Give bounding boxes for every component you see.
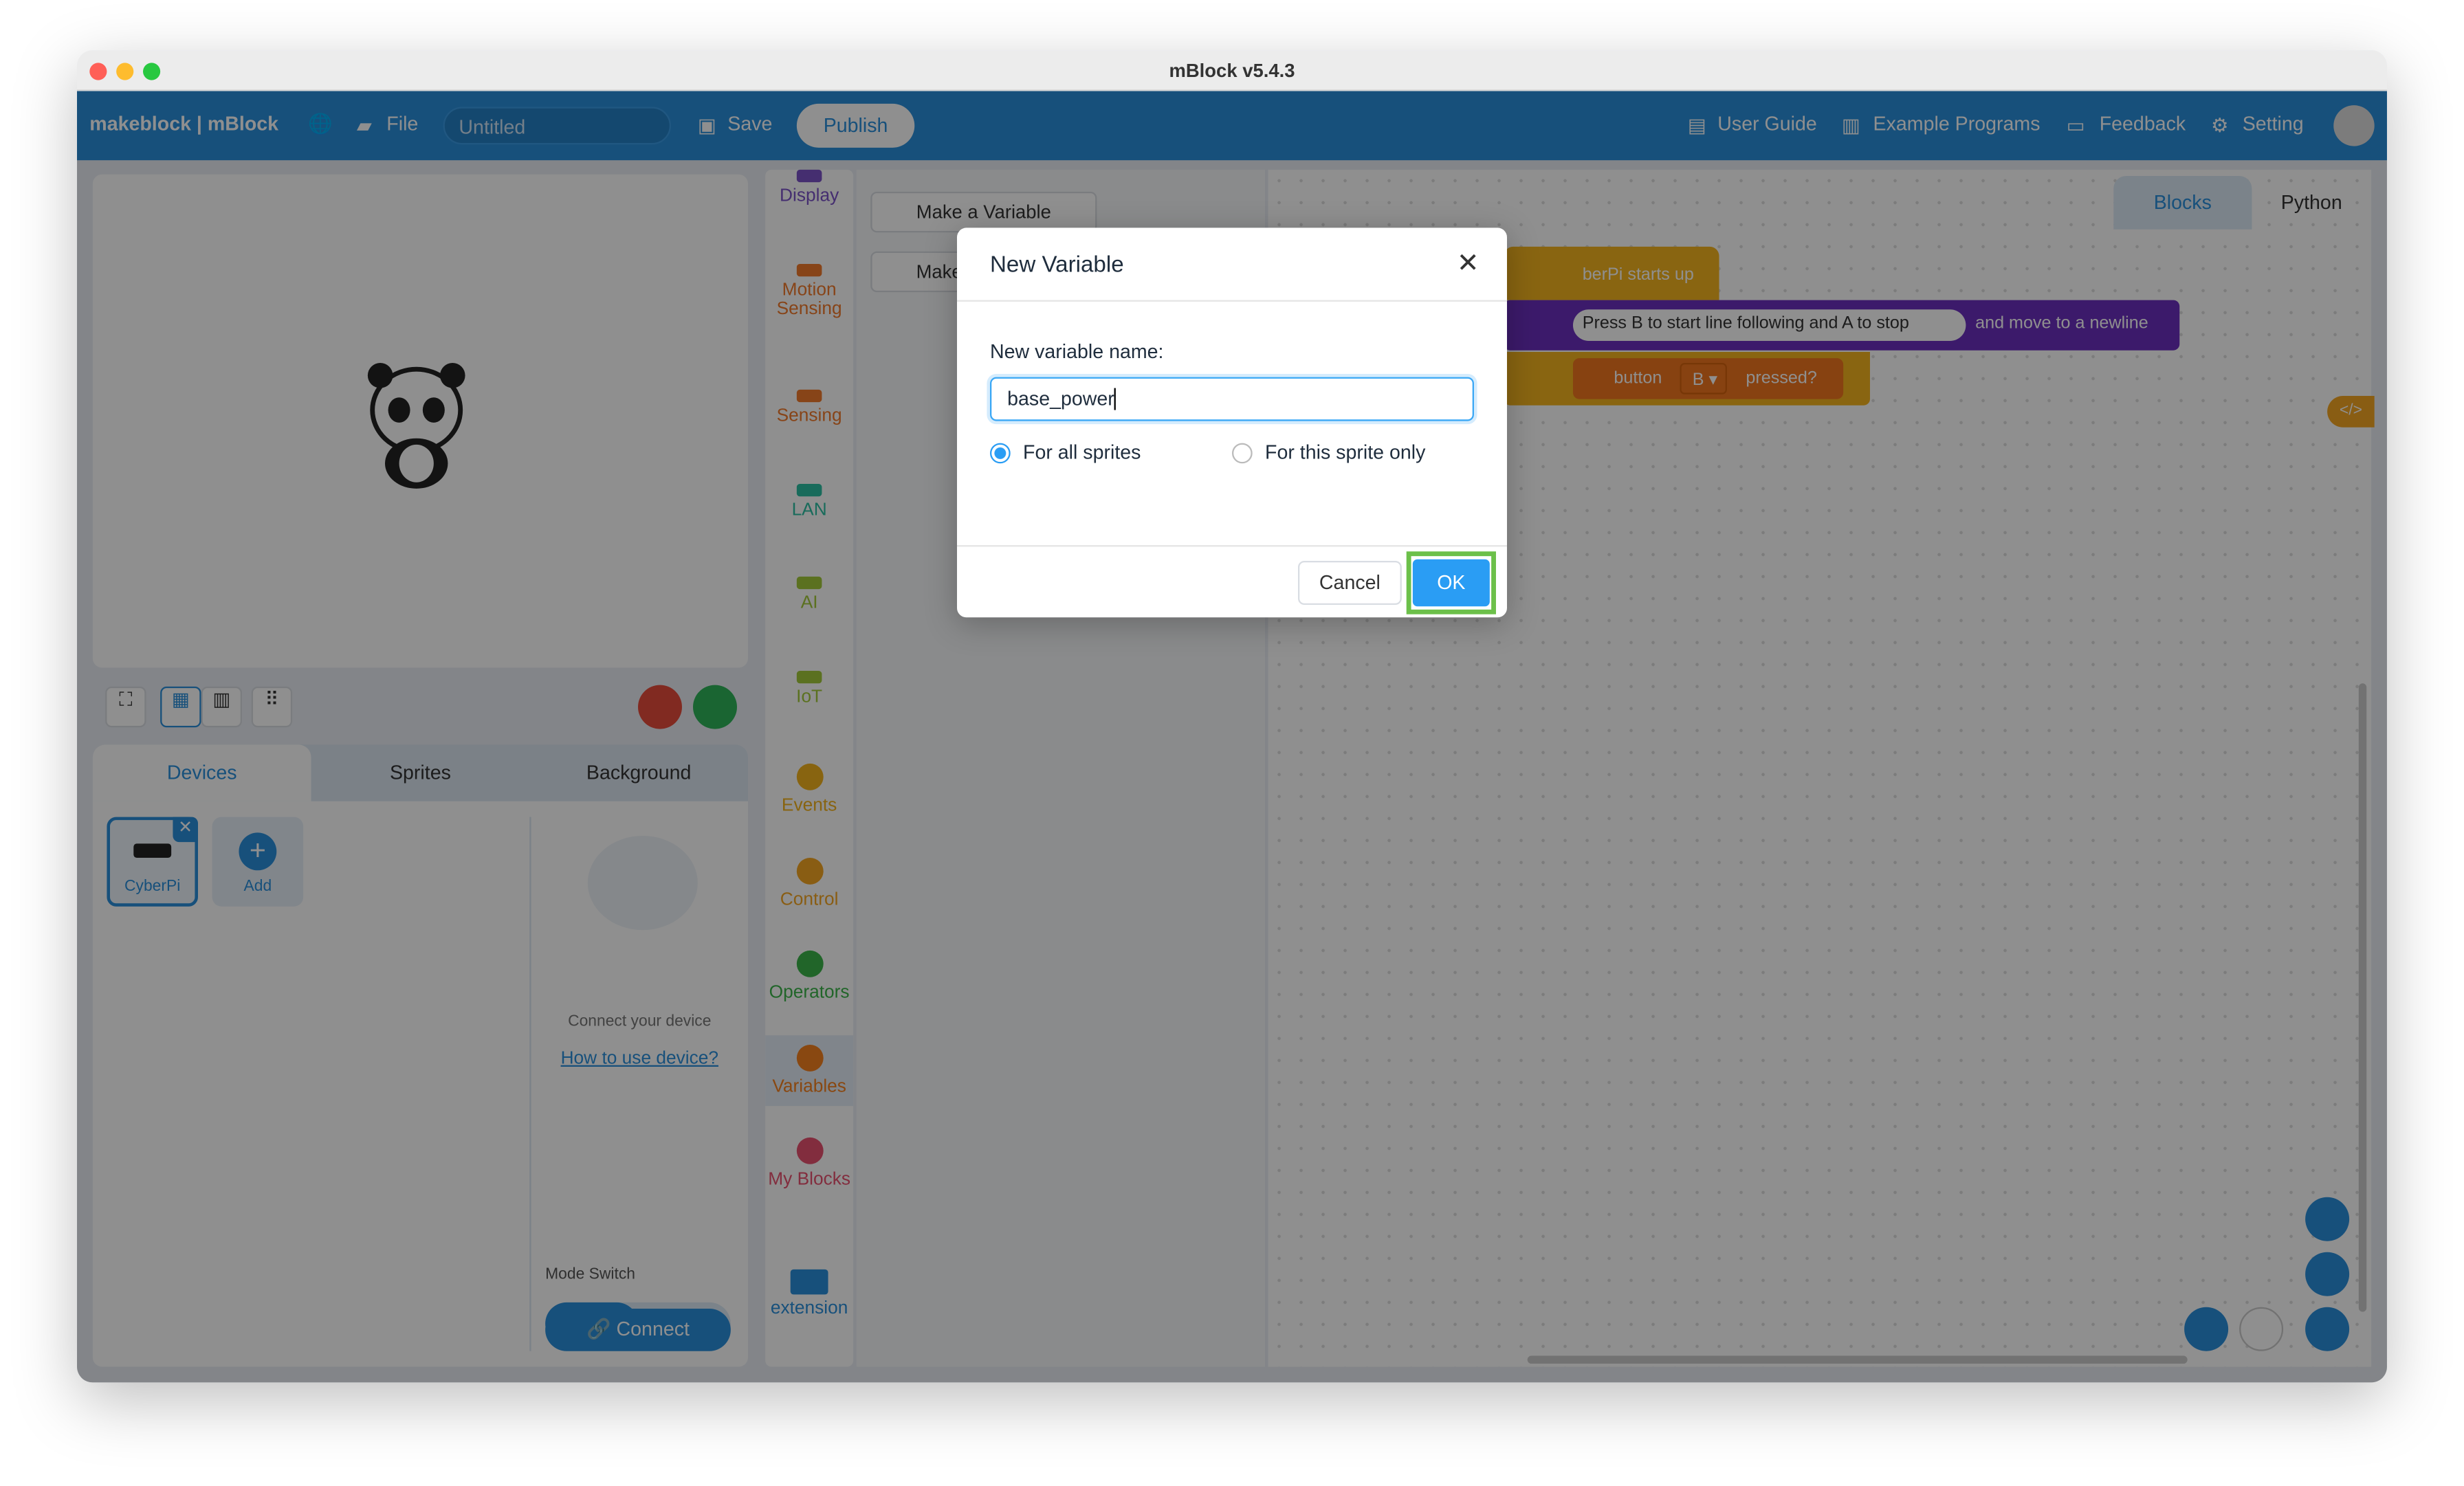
radio-checked-icon xyxy=(989,442,1011,463)
divider xyxy=(956,545,1507,547)
cancel-button[interactable]: Cancel xyxy=(1297,560,1402,605)
new-variable-dialog: New Variable ✕ New variable name: base_p… xyxy=(956,228,1507,618)
divider xyxy=(956,300,1507,302)
maximize-window-button[interactable] xyxy=(142,63,161,80)
radio-all-sprites[interactable]: For all sprites xyxy=(989,441,1141,464)
option-all-label: For all sprites xyxy=(1022,441,1141,464)
window-title: mBlock v5.4.3 xyxy=(1169,59,1295,82)
minimize-window-button[interactable] xyxy=(116,63,134,80)
radio-this-sprite[interactable]: For this sprite only xyxy=(1231,441,1426,464)
option-this-label: For this sprite only xyxy=(1264,441,1426,464)
variable-name-label: New variable name: xyxy=(989,340,1164,363)
app-window: mBlock v5.4.3 makeblock | mBlock 🌐 ▰ Fil… xyxy=(76,50,2387,1383)
close-window-button[interactable] xyxy=(89,63,107,80)
variable-name-value: base_power xyxy=(1007,388,1114,410)
dialog-title: New Variable xyxy=(989,252,1124,278)
radio-unchecked-icon xyxy=(1231,442,1253,463)
title-bar: mBlock v5.4.3 xyxy=(76,50,2387,91)
close-icon[interactable]: ✕ xyxy=(1457,248,1480,280)
variable-name-input[interactable]: base_power xyxy=(989,377,1474,421)
ok-button[interactable]: OK xyxy=(1412,559,1490,607)
